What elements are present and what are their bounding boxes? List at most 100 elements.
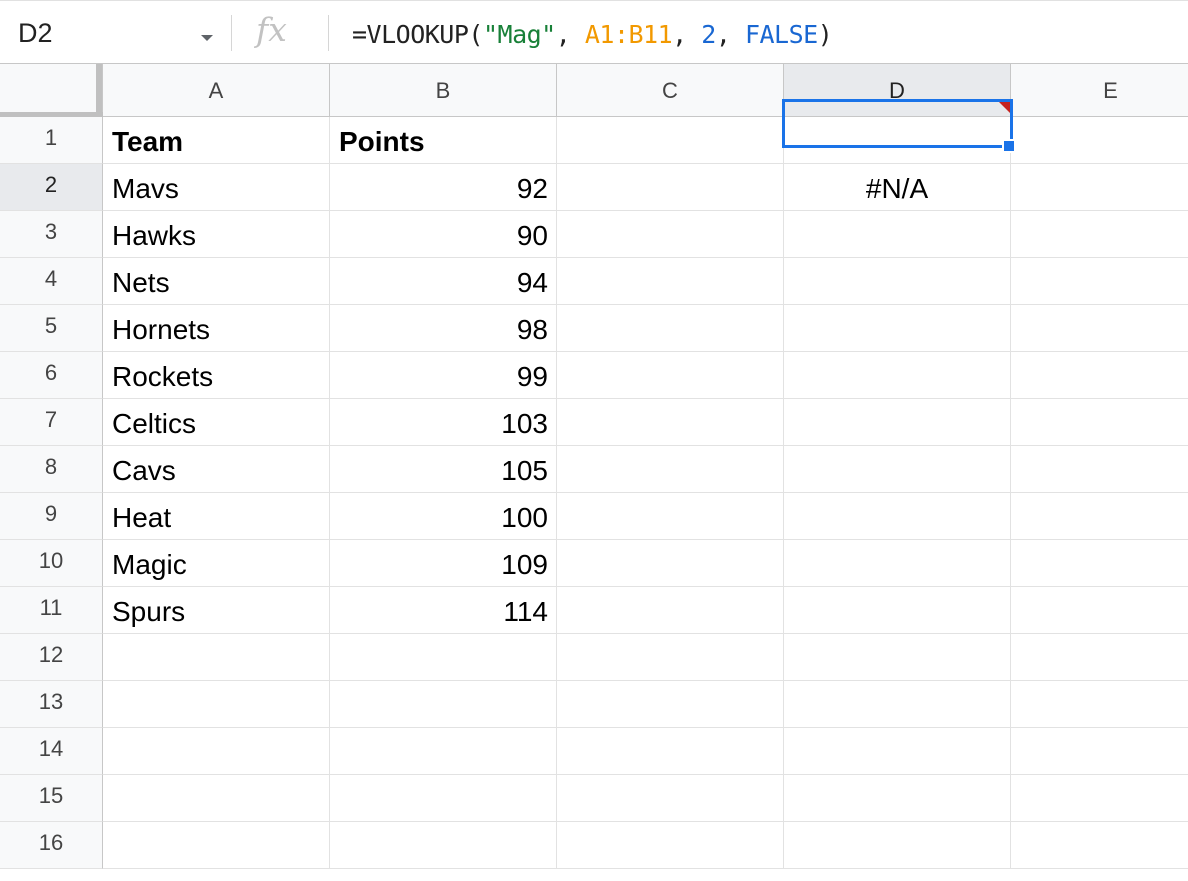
cell-c5[interactable]: [557, 305, 784, 352]
cell-d2[interactable]: #N/A: [784, 164, 1011, 211]
cell-d6[interactable]: [784, 352, 1011, 399]
cell-e2[interactable]: [1011, 164, 1188, 211]
row-header-13[interactable]: 13: [0, 681, 103, 728]
cell-e1[interactable]: [1011, 117, 1188, 164]
cell-e3[interactable]: [1011, 211, 1188, 258]
cell-e10[interactable]: [1011, 540, 1188, 587]
cell-a11[interactable]: Spurs: [103, 587, 330, 634]
row-header-7[interactable]: 7: [0, 399, 103, 446]
cell-b7[interactable]: 103: [330, 399, 557, 446]
cell-c8[interactable]: [557, 446, 784, 493]
cell-d15[interactable]: [784, 775, 1011, 822]
cell-d12[interactable]: [784, 634, 1011, 681]
cell-d3[interactable]: [784, 211, 1011, 258]
row-header-8[interactable]: 8: [0, 446, 103, 493]
cell-d7[interactable]: [784, 399, 1011, 446]
row-header-16[interactable]: 16: [0, 822, 103, 869]
cell-a5[interactable]: Hornets: [103, 305, 330, 352]
cell-a13[interactable]: [103, 681, 330, 728]
cell-d5[interactable]: [784, 305, 1011, 352]
cell-d13[interactable]: [784, 681, 1011, 728]
cell-a1[interactable]: Team: [103, 117, 330, 164]
cell-e11[interactable]: [1011, 587, 1188, 634]
cell-c12[interactable]: [557, 634, 784, 681]
cell-e4[interactable]: [1011, 258, 1188, 305]
cell-b9[interactable]: 100: [330, 493, 557, 540]
cell-e14[interactable]: [1011, 728, 1188, 775]
cell-e9[interactable]: [1011, 493, 1188, 540]
cell-d9[interactable]: [784, 493, 1011, 540]
cell-b1[interactable]: Points: [330, 117, 557, 164]
frozen-column-handle[interactable]: [96, 64, 102, 117]
cell-a2[interactable]: Mavs: [103, 164, 330, 211]
cell-d11[interactable]: [784, 587, 1011, 634]
cell-b12[interactable]: [330, 634, 557, 681]
cell-c7[interactable]: [557, 399, 784, 446]
row-header-9[interactable]: 9: [0, 493, 103, 540]
cell-c16[interactable]: [557, 822, 784, 869]
name-box[interactable]: D2: [0, 1, 229, 63]
cell-e5[interactable]: [1011, 305, 1188, 352]
cell-d8[interactable]: [784, 446, 1011, 493]
cell-b8[interactable]: 105: [330, 446, 557, 493]
cell-b5[interactable]: 98: [330, 305, 557, 352]
cell-a9[interactable]: Heat: [103, 493, 330, 540]
column-header-e[interactable]: E: [1011, 64, 1188, 117]
cell-c15[interactable]: [557, 775, 784, 822]
cell-e16[interactable]: [1011, 822, 1188, 869]
cell-b10[interactable]: 109: [330, 540, 557, 587]
cell-e7[interactable]: [1011, 399, 1188, 446]
cell-c13[interactable]: [557, 681, 784, 728]
cell-e15[interactable]: [1011, 775, 1188, 822]
cell-c1[interactable]: [557, 117, 784, 164]
column-header-a[interactable]: A: [103, 64, 330, 117]
cell-a8[interactable]: Cavs: [103, 446, 330, 493]
cell-c14[interactable]: [557, 728, 784, 775]
cell-b15[interactable]: [330, 775, 557, 822]
cell-a16[interactable]: [103, 822, 330, 869]
cell-e13[interactable]: [1011, 681, 1188, 728]
cell-b14[interactable]: [330, 728, 557, 775]
cell-e8[interactable]: [1011, 446, 1188, 493]
fill-handle[interactable]: [1002, 139, 1016, 153]
cell-d1[interactable]: [784, 117, 1011, 164]
column-header-d[interactable]: D: [784, 64, 1011, 117]
cell-a6[interactable]: Rockets: [103, 352, 330, 399]
cell-a14[interactable]: [103, 728, 330, 775]
column-header-c[interactable]: C: [557, 64, 784, 117]
cell-b3[interactable]: 90: [330, 211, 557, 258]
cell-b2[interactable]: 92: [330, 164, 557, 211]
cell-c11[interactable]: [557, 587, 784, 634]
row-header-4[interactable]: 4: [0, 258, 103, 305]
cell-c3[interactable]: [557, 211, 784, 258]
cell-a4[interactable]: Nets: [103, 258, 330, 305]
row-header-14[interactable]: 14: [0, 728, 103, 775]
cell-b4[interactable]: 94: [330, 258, 557, 305]
cell-b6[interactable]: 99: [330, 352, 557, 399]
cell-b11[interactable]: 114: [330, 587, 557, 634]
formula-input[interactable]: =VLOOKUP("Mag", A1:B11, 2, FALSE): [352, 22, 833, 47]
caret-down-icon[interactable]: [201, 35, 213, 41]
row-header-15[interactable]: 15: [0, 775, 103, 822]
row-header-11[interactable]: 11: [0, 587, 103, 634]
cell-b16[interactable]: [330, 822, 557, 869]
select-all-corner[interactable]: [0, 64, 103, 117]
row-header-1[interactable]: 1: [0, 117, 103, 164]
cell-e6[interactable]: [1011, 352, 1188, 399]
cell-d16[interactable]: [784, 822, 1011, 869]
cell-e12[interactable]: [1011, 634, 1188, 681]
cell-c10[interactable]: [557, 540, 784, 587]
cell-d4[interactable]: [784, 258, 1011, 305]
column-header-b[interactable]: B: [330, 64, 557, 117]
cell-a7[interactable]: Celtics: [103, 399, 330, 446]
cell-c4[interactable]: [557, 258, 784, 305]
row-header-10[interactable]: 10: [0, 540, 103, 587]
cell-a3[interactable]: Hawks: [103, 211, 330, 258]
cell-c9[interactable]: [557, 493, 784, 540]
cell-d10[interactable]: [784, 540, 1011, 587]
cell-d14[interactable]: [784, 728, 1011, 775]
row-header-2[interactable]: 2: [0, 164, 103, 211]
cell-c2[interactable]: [557, 164, 784, 211]
row-header-5[interactable]: 5: [0, 305, 103, 352]
row-header-3[interactable]: 3: [0, 211, 103, 258]
